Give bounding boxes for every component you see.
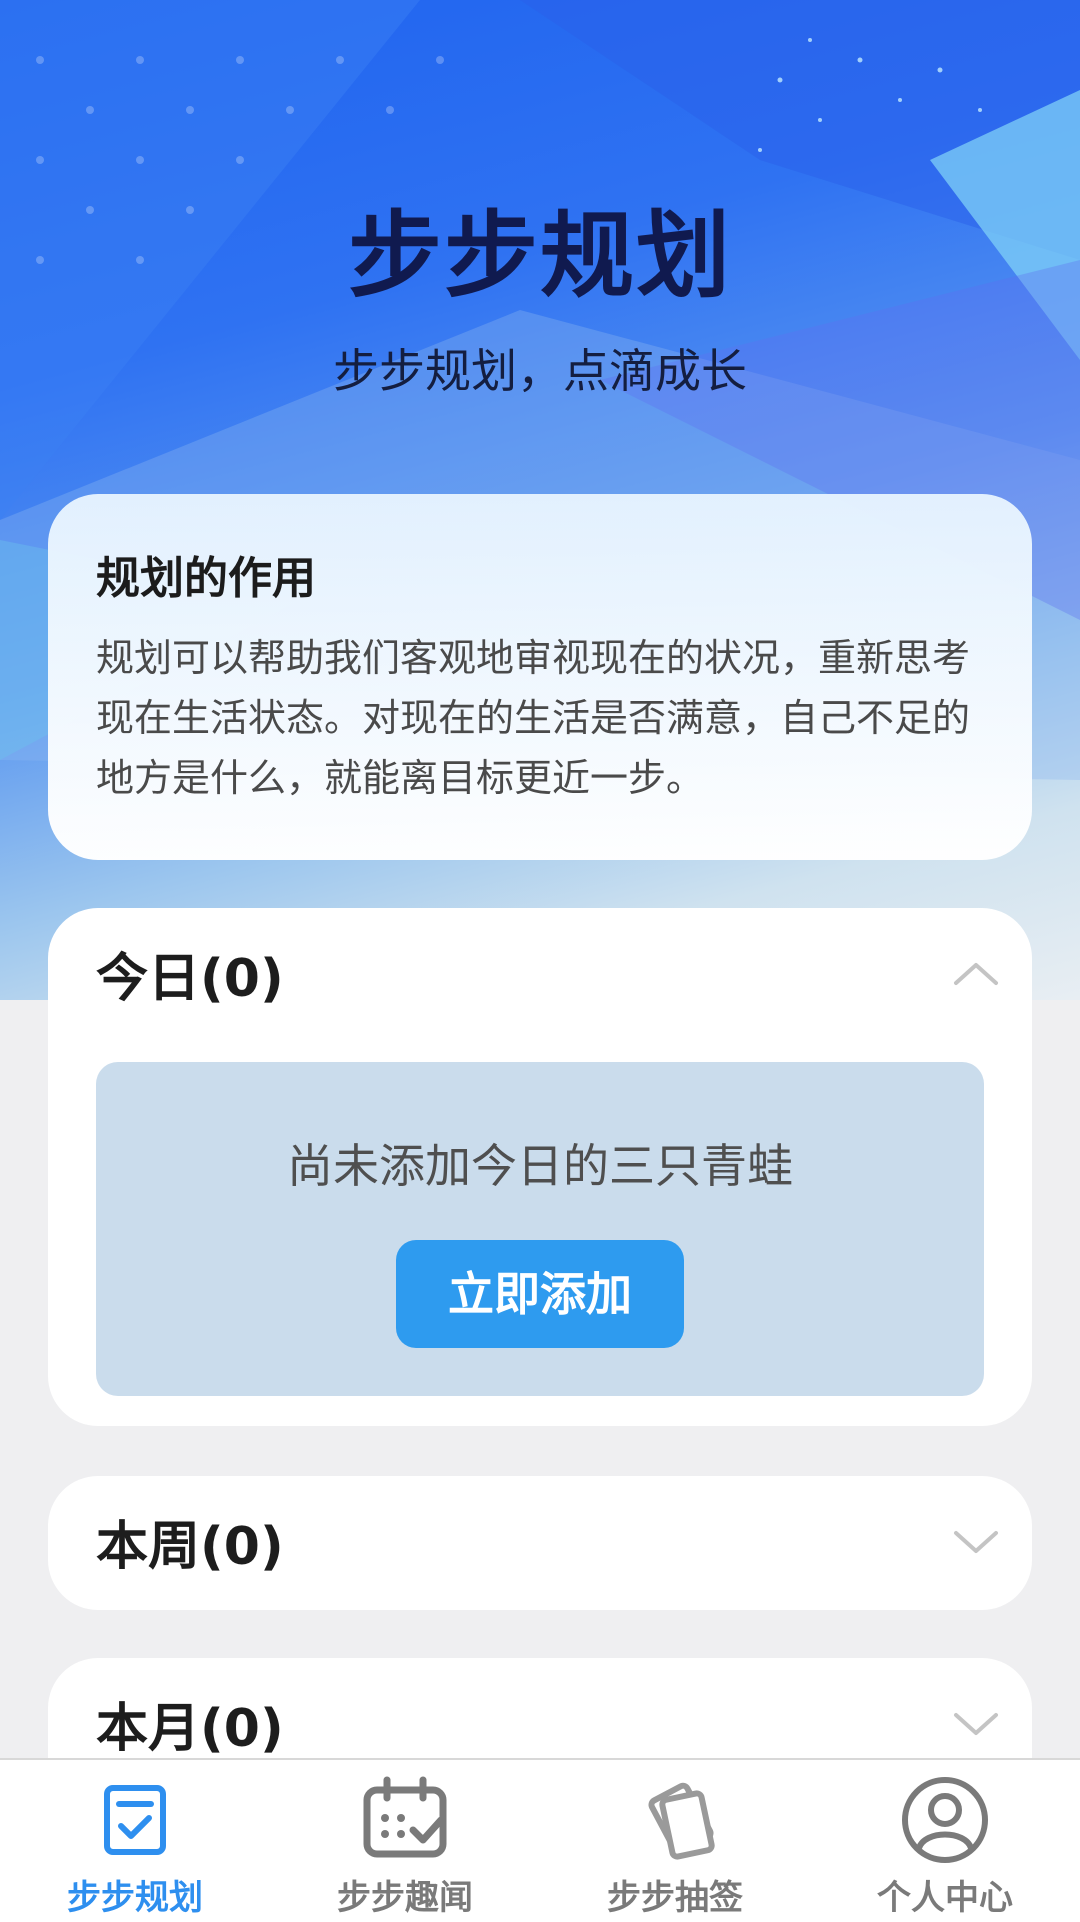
info-card: 规划的作用 规划可以帮助我们客观地审视现在的状况，重新思考现在生活状态。对现在的… [48, 494, 1032, 860]
info-card-body: 规划可以帮助我们客观地审视现在的状况，重新思考现在生活状态。对现在的生活是否满意… [96, 636, 971, 800]
chevron-up-icon[interactable] [952, 959, 1000, 987]
chevron-down-icon[interactable] [952, 1709, 1000, 1737]
add-now-button[interactable]: 立即添加 [396, 1240, 684, 1348]
tab-label: 步步趣闻 [337, 1878, 473, 1918]
user-icon [902, 1777, 988, 1863]
page-subtitle: 步步规划，点滴成长 [333, 344, 747, 398]
tab-plan[interactable]: 步步规划 [0, 1760, 270, 1922]
tab-label: 步步规划 [67, 1878, 203, 1918]
week-section[interactable]: 本周(0) [48, 1476, 1032, 1610]
tab-news[interactable]: 步步趣闻 [270, 1760, 540, 1922]
tab-profile[interactable]: 个人中心 [810, 1760, 1080, 1922]
cards-icon [648, 1782, 715, 1860]
empty-state-text: 尚未添加今日的三只青蛙 [287, 1139, 793, 1193]
week-section-header[interactable]: 本周(0) [48, 1476, 1032, 1606]
today-section-header[interactable]: 今日(0) [48, 908, 1032, 1038]
month-section-title: 本月(0) [96, 1698, 284, 1759]
page-title: 步步规划 [347, 202, 732, 311]
today-section-title: 今日(0) [96, 948, 284, 1009]
checklist-icon [104, 1785, 166, 1855]
chevron-down-icon[interactable] [952, 1527, 1000, 1555]
tab-label: 个人中心 [877, 1878, 1013, 1918]
tab-label: 步步抽签 [607, 1878, 743, 1918]
today-section: 今日(0) 尚未添加今日的三只青蛙 立即添加 [48, 908, 1032, 1426]
tab-draw[interactable]: 步步抽签 [540, 1760, 810, 1922]
week-section-title: 本周(0) [96, 1516, 284, 1577]
calendar-check-icon [363, 1776, 447, 1858]
bottom-tab-bar: 步步规划 步步趣闻 步步抽签 个人中心 [0, 1758, 1080, 1922]
today-empty-state: 尚未添加今日的三只青蛙 立即添加 [96, 1062, 984, 1396]
info-card-title: 规划的作用 [96, 553, 316, 604]
